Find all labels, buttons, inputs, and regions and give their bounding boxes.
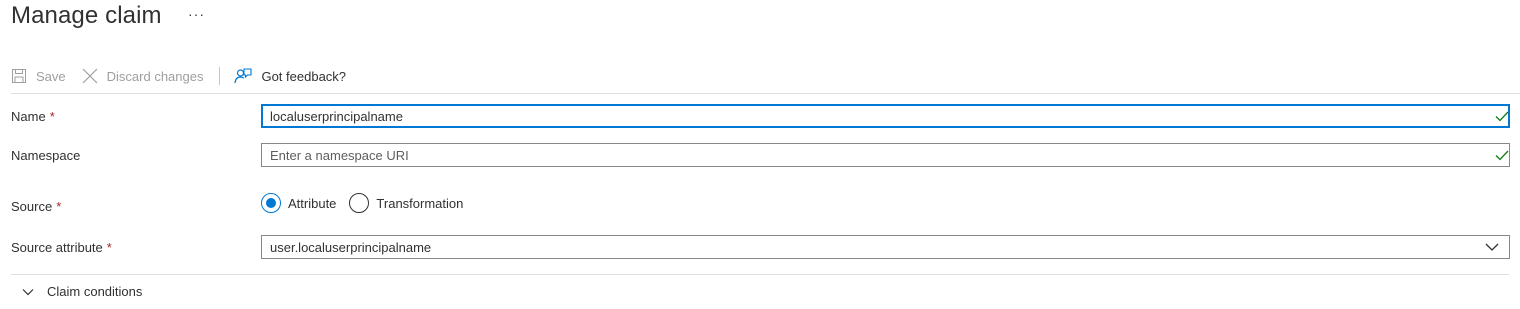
discard-changes-button[interactable]: Discard changes [82, 64, 204, 88]
source-label: Source * [11, 199, 61, 214]
namespace-label: Namespace [11, 148, 81, 163]
more-options-button[interactable]: ··· [188, 6, 205, 22]
feedback-label: Got feedback? [261, 68, 347, 84]
save-icon [12, 69, 26, 83]
radio-transformation-label: Transformation [376, 195, 464, 211]
source-attribute-label-text: Source attribute [11, 240, 103, 255]
radio-attribute[interactable]: Attribute [261, 193, 336, 213]
source-attribute-value: user.localuserprincipalname [270, 240, 432, 255]
name-label: Name * [11, 109, 55, 124]
radio-transformation[interactable]: Transformation [349, 193, 463, 213]
radio-attribute-label: Attribute [288, 195, 337, 211]
radio-attribute-circle[interactable] [261, 193, 281, 213]
required-indicator: * [106, 240, 112, 255]
source-attribute-dropdown[interactable]: user.localuserprincipalname [261, 235, 1510, 259]
command-bar: Save Discard changes Got feedback? [11, 64, 362, 88]
section-divider [11, 274, 1509, 275]
required-indicator: * [56, 199, 62, 214]
radio-transformation-circle[interactable] [349, 193, 370, 213]
name-input[interactable] [261, 104, 1510, 128]
source-radio-group: Attribute Transformation [261, 193, 476, 213]
save-button[interactable]: Save [11, 64, 66, 88]
save-label: Save [36, 68, 66, 84]
chevron-down-icon [1485, 243, 1499, 251]
close-icon [82, 68, 98, 84]
source-label-text: Source [11, 199, 53, 214]
toolbar-divider [219, 67, 221, 85]
claim-conditions-toggle[interactable]: Claim conditions [22, 284, 142, 299]
discard-changes-label: Discard changes [106, 68, 204, 84]
required-indicator: * [49, 109, 55, 124]
claim-conditions-label: Claim conditions [47, 284, 143, 299]
name-label-text: Name [11, 109, 46, 124]
source-attribute-label: Source attribute * [11, 240, 112, 255]
page-title: Manage claim [11, 2, 162, 29]
namespace-input[interactable] [261, 143, 1510, 167]
feedback-icon [234, 68, 253, 84]
toolbar-divider-line [11, 93, 1520, 94]
feedback-button[interactable]: Got feedback? [234, 64, 346, 88]
chevron-down-icon [22, 288, 34, 295]
